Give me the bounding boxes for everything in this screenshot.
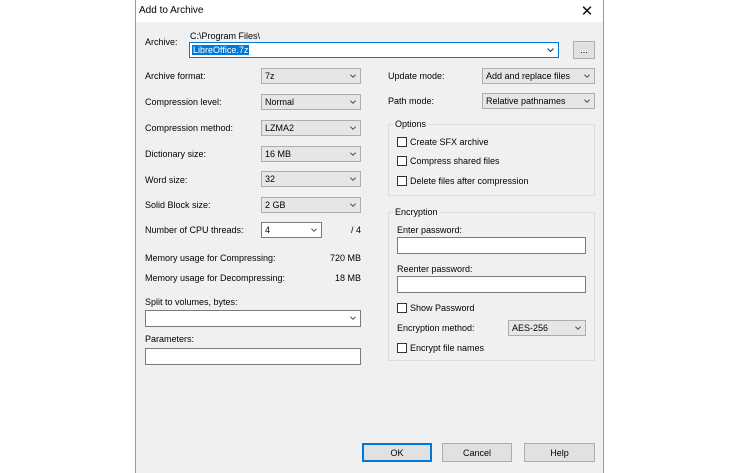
chevron-down-icon (350, 99, 356, 105)
word-size-label: Word size: (145, 175, 187, 185)
cpu-threads-max: / 4 (351, 225, 361, 235)
help-button[interactable]: Help (524, 443, 595, 462)
mem-decompress-value: 18 MB (316, 273, 361, 283)
compress-shared-checkbox[interactable] (397, 156, 407, 166)
update-mode-value: Add and replace files (486, 71, 570, 81)
chevron-down-icon (575, 325, 581, 331)
chevron-down-icon (547, 47, 554, 53)
cpu-threads-select[interactable]: 4 (261, 222, 322, 238)
encrypt-names-checkbox[interactable] (397, 343, 407, 353)
delete-after-checkbox[interactable] (397, 176, 407, 186)
chevron-down-icon (584, 98, 590, 104)
help-label: Help (550, 448, 569, 458)
split-volumes-combo[interactable] (145, 310, 361, 327)
chevron-down-icon (584, 73, 590, 79)
solid-block-size-label: Solid Block size: (145, 200, 211, 210)
archive-label: Archive: (145, 37, 178, 47)
chevron-down-icon (350, 151, 356, 157)
options-group-title: Options (393, 119, 428, 129)
encrypt-names-label[interactable]: Encrypt file names (410, 343, 484, 353)
path-mode-value: Relative pathnames (486, 96, 566, 106)
encryption-group-title: Encryption (393, 207, 440, 217)
chevron-down-icon (350, 73, 356, 79)
mem-compress-label: Memory usage for Compressing: (145, 253, 276, 263)
compression-method-value: LZMA2 (265, 123, 294, 133)
update-mode-select[interactable]: Add and replace files (482, 68, 595, 84)
enter-password-label: Enter password: (397, 225, 462, 235)
mem-compress-value: 720 MB (316, 253, 361, 263)
cancel-button[interactable]: Cancel (442, 443, 512, 462)
compression-method-select[interactable]: LZMA2 (261, 120, 361, 136)
archive-format-label: Archive format: (145, 71, 206, 81)
solid-block-size-value: 2 GB (265, 200, 286, 210)
compression-method-label: Compression method: (145, 123, 233, 133)
cancel-label: Cancel (463, 448, 491, 458)
solid-block-size-select[interactable]: 2 GB (261, 197, 361, 213)
cpu-threads-label: Number of CPU threads: (145, 225, 244, 235)
mem-decompress-label: Memory usage for Decompressing: (145, 273, 285, 283)
path-mode-label: Path mode: (388, 96, 434, 106)
close-icon: ✕ (581, 2, 594, 20)
encryption-method-label: Encryption method: (397, 323, 475, 333)
word-size-select[interactable]: 32 (261, 171, 361, 187)
archive-name-combo[interactable]: LibreOffice.7z (189, 42, 559, 58)
archive-format-select[interactable]: 7z (261, 68, 361, 84)
reenter-password-input[interactable] (397, 276, 586, 293)
reenter-password-label: Reenter password: (397, 264, 473, 274)
path-mode-select[interactable]: Relative pathnames (482, 93, 595, 109)
archive-format-value: 7z (265, 71, 275, 81)
word-size-value: 32 (265, 174, 275, 184)
ok-button[interactable]: OK (362, 443, 432, 462)
chevron-down-icon (350, 176, 356, 182)
title-bar: Add to Archive ✕ (136, 0, 603, 22)
close-button[interactable]: ✕ (571, 0, 603, 22)
archive-path: C:\Program Files\ (190, 31, 260, 41)
compression-level-select[interactable]: Normal (261, 94, 361, 110)
chevron-down-icon (350, 125, 356, 131)
delete-after-label[interactable]: Delete files after compression (410, 176, 529, 186)
create-sfx-label[interactable]: Create SFX archive (410, 137, 489, 147)
compression-level-value: Normal (265, 97, 294, 107)
chevron-down-icon (311, 227, 317, 233)
show-password-checkbox[interactable] (397, 303, 407, 313)
archive-filename[interactable]: LibreOffice.7z (192, 45, 249, 55)
encryption-method-select[interactable]: AES-256 (508, 320, 586, 336)
create-sfx-checkbox[interactable] (397, 137, 407, 147)
enter-password-input[interactable] (397, 237, 586, 254)
window-title: Add to Archive (139, 5, 203, 16)
encryption-method-value: AES-256 (512, 323, 548, 333)
parameters-label: Parameters: (145, 334, 194, 344)
compress-shared-label[interactable]: Compress shared files (410, 156, 500, 166)
update-mode-label: Update mode: (388, 71, 445, 81)
show-password-label[interactable]: Show Password (410, 303, 475, 313)
dictionary-size-value: 16 MB (265, 149, 291, 159)
add-to-archive-dialog: Add to Archive ✕ Archive: C:\Program Fil… (135, 0, 604, 473)
split-volumes-label: Split to volumes, bytes: (145, 297, 238, 307)
dictionary-size-label: Dictionary size: (145, 149, 206, 159)
dictionary-size-select[interactable]: 16 MB (261, 146, 361, 162)
chevron-down-icon (350, 202, 356, 208)
ok-label: OK (390, 448, 403, 458)
browse-button[interactable]: ... (573, 41, 595, 59)
cpu-threads-value: 4 (265, 225, 270, 235)
compression-level-label: Compression level: (145, 97, 222, 107)
chevron-down-icon (350, 315, 356, 321)
parameters-input[interactable] (145, 348, 361, 365)
browse-label: ... (580, 45, 588, 55)
